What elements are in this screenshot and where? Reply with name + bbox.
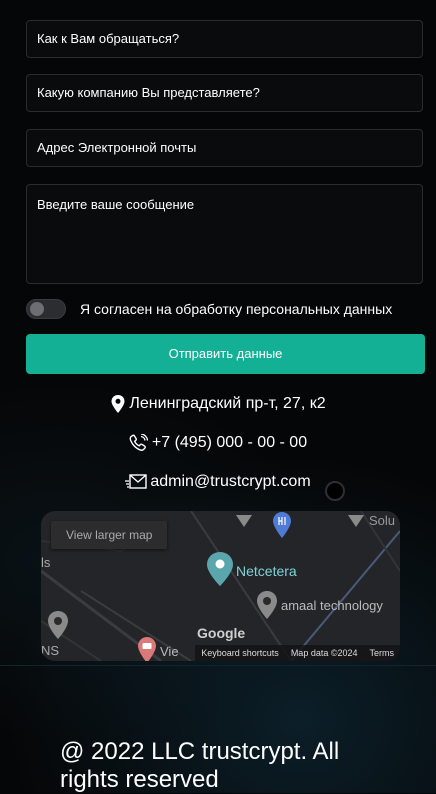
address-text: Ленинградский пр-т, 27, к2 (129, 395, 326, 412)
map-pin-icon (48, 611, 68, 639)
view-larger-map-button[interactable]: View larger map (51, 521, 168, 549)
terms-link[interactable]: Terms (370, 645, 395, 661)
map-data-text: Map data ©2024 (290, 648, 358, 658)
phone-line[interactable]: +7 (495) 000 - 00 - 00 (0, 434, 436, 452)
company-input[interactable]: Какую компанию Вы представляете? (26, 74, 423, 112)
google-logo: Google (197, 625, 246, 641)
toggle-knob (30, 302, 44, 316)
netcetera-pin-icon (207, 552, 233, 586)
poi-amaal-technology[interactable]: amaal technology (281, 598, 383, 613)
email-line[interactable]: admin@trustcrypt.com (0, 473, 436, 491)
consent-toggle[interactable] (26, 299, 66, 319)
footer-divider (0, 665, 436, 666)
message-textarea[interactable]: Введите ваше сообщение (26, 184, 423, 284)
map-label-ls: ls (41, 555, 51, 570)
amaal-pin-icon (257, 591, 277, 619)
consent-label: Я согласен на обработку персональных дан… (80, 301, 393, 317)
email-input[interactable]: Адрес Электронной почты (26, 129, 423, 167)
mail-icon (125, 474, 148, 489)
poi-solu: Solu (369, 513, 396, 528)
map-pin-icon (348, 515, 364, 527)
restaurant-pin-icon (273, 512, 291, 538)
submit-button[interactable]: Отправить данные (26, 334, 425, 374)
keyboard-shortcuts-link[interactable]: Keyboard shortcuts (201, 645, 279, 661)
camera-pin-icon (138, 637, 156, 661)
phone-icon (129, 434, 149, 451)
map-footer: Keyboard shortcuts Map data ©2024 Terms (195, 645, 400, 661)
poi-netcetera[interactable]: Netcetera (236, 563, 297, 579)
poi-vie: Vie (160, 644, 179, 659)
name-input[interactable]: Как к Вам обращаться? (26, 20, 423, 58)
phone-text: +7 (495) 000 - 00 - 00 (151, 434, 308, 451)
location-pin-icon (111, 395, 125, 413)
map-embed[interactable]: View larger map Solu ls Netcetera amaal … (41, 511, 400, 661)
map-label-ns: NS (41, 643, 60, 658)
copyright-text: @ 2022 LLC trustcrypt. All rights reserv… (60, 738, 340, 793)
address-line: Ленинградский пр-т, 27, к2 (0, 395, 436, 413)
map-pin-icon (236, 515, 252, 527)
email-text: admin@trustcrypt.com (150, 473, 311, 490)
circle-button[interactable] (325, 481, 345, 501)
